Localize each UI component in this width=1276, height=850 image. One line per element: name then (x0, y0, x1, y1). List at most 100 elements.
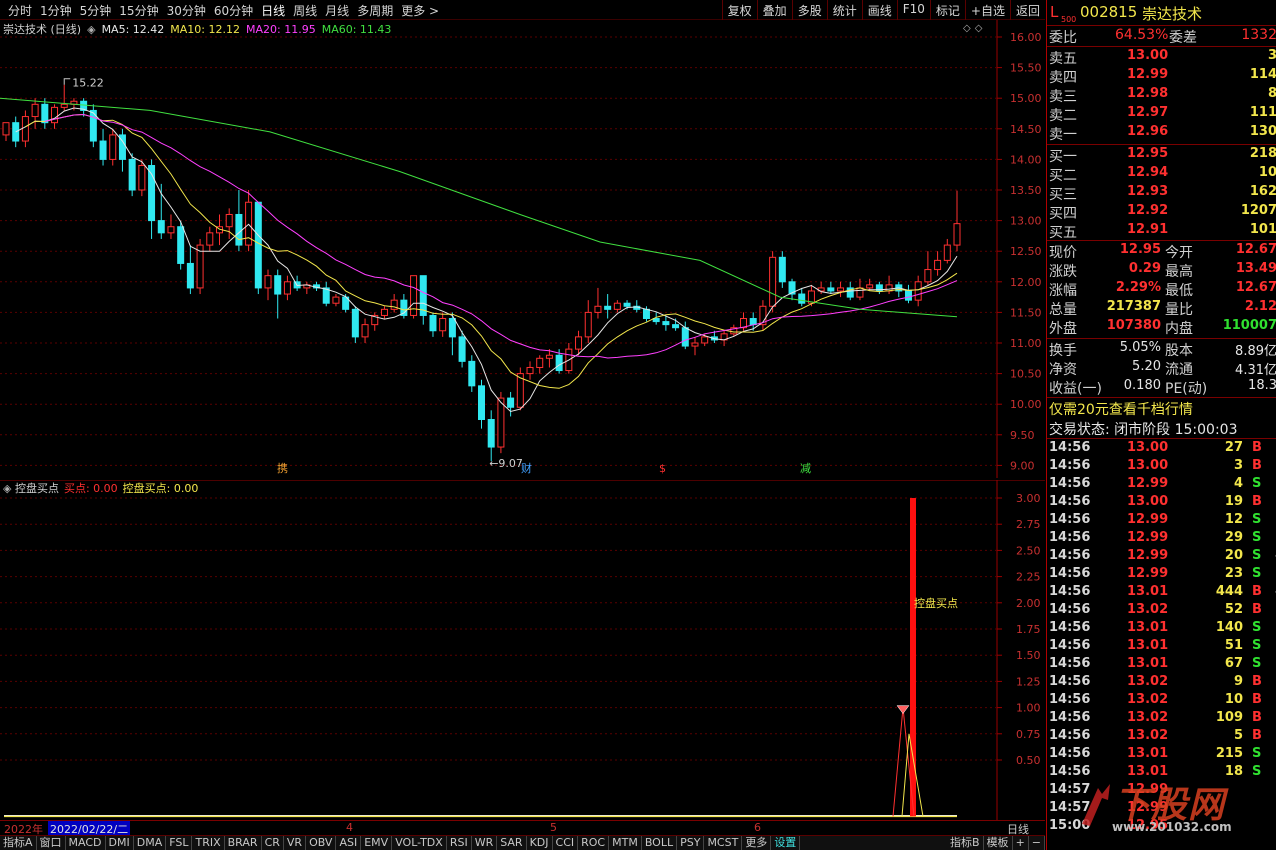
indicator-tab[interactable]: VOL-TDX (392, 836, 447, 850)
period-tab[interactable]: 周线 (289, 0, 321, 20)
indicator-tab[interactable]: ROC (578, 836, 610, 850)
candle-down (623, 302, 631, 307)
period-tab[interactable]: 5分钟 (76, 0, 116, 20)
stock-name: 崇达技术 (1142, 5, 1203, 23)
indicator-tab[interactable]: PSY (677, 836, 705, 850)
period-tab[interactable]: 15分钟 (115, 0, 162, 20)
period-tab[interactable]: 更多 > (397, 0, 443, 20)
indicator-tab[interactable]: DMA (134, 836, 167, 850)
tick-time: 14:56 (1049, 512, 1091, 527)
kline-chart[interactable]: 16.00 15.50 15.00 14.50 14.00 13.50 13.00 12.50… (0, 20, 1045, 478)
tick-time: 14:56 (1049, 566, 1091, 581)
y-tick-label: 3.00 (1016, 492, 1041, 505)
indicator-tab[interactable]: SAR (497, 836, 527, 850)
indicator-tab[interactable]: + (1013, 836, 1029, 850)
indicator-tab[interactable]: WR (472, 836, 498, 850)
indicator-tab[interactable]: 指标B (947, 836, 984, 850)
indicator-chart[interactable]: 3.00 2.75 2.50 2.25 2.00 1.75 1.50 1.25 1.00 0.75… (0, 480, 1045, 820)
period-tab[interactable]: 1分钟 (36, 0, 76, 20)
tool-button[interactable]: 返回 (1009, 0, 1045, 20)
indicator-tab[interactable]: CCI (553, 836, 579, 850)
stat-label: PE(动) (1165, 381, 1208, 397)
tool-button[interactable]: 多股 (791, 0, 827, 20)
indicator-tab[interactable]: 模板 (984, 836, 1013, 850)
candle-up (380, 308, 388, 316)
bid-row: 买二 12.94 10 (1047, 165, 1276, 184)
y-tick-label: 2.00 (1016, 597, 1041, 610)
tick-volume: 10 (1224, 692, 1243, 707)
ma60-line (0, 97, 958, 318)
tool-button[interactable]: 画线 (861, 0, 897, 20)
period-tab[interactable]: 30分钟 (163, 0, 210, 20)
period-tab[interactable]: 60分钟 (210, 0, 257, 20)
tool-button[interactable]: 统计 (826, 0, 862, 20)
ask-volume: 130 (1249, 124, 1276, 139)
indicator-tab[interactable]: MTM (609, 836, 642, 850)
indicator-tab[interactable]: RSI (447, 836, 472, 850)
indicator-tab[interactable]: DMI (106, 836, 134, 850)
event-mark: 财 (521, 461, 532, 475)
y-tick-label: 10.50 (1010, 368, 1042, 381)
y-tick-label: 15.50 (1010, 62, 1042, 75)
level-prefix: L (1050, 3, 1059, 21)
stat-row: 现价 12.95 今开 12.67 (1047, 242, 1276, 261)
period-tab[interactable]: 日线 (257, 0, 289, 20)
tool-button[interactable]: 复权 (721, 0, 757, 20)
settings-diamond-icon[interactable]: ◈ (3, 482, 15, 495)
candle-down (749, 318, 757, 326)
stat-label: 内盘 (1165, 321, 1193, 337)
period-tab[interactable]: 多周期 (353, 0, 397, 20)
ask-label: 卖三 (1049, 89, 1077, 105)
tool-button[interactable]: +自选 (964, 0, 1010, 20)
bid-price: 12.91 (1127, 222, 1169, 237)
bid-volume: 101 (1249, 222, 1276, 237)
stat-value: 4.31亿 (1235, 363, 1276, 378)
candle-down (41, 103, 49, 124)
settings-diamond-icon[interactable]: ◈ (87, 23, 95, 36)
indicator-tab[interactable]: FSL (166, 836, 193, 850)
indicator-tab[interactable]: MACD (66, 836, 106, 850)
indicator-tab[interactable]: KDJ (527, 836, 553, 850)
tick-price: 13.01 (1127, 584, 1169, 599)
indicator-tab[interactable]: MCST (704, 836, 743, 850)
ma5-line (15, 107, 958, 413)
tool-button[interactable]: 标记 (929, 0, 965, 20)
promo-link[interactable]: 仅需20元查看千档行情 (1047, 399, 1276, 419)
indicator-tab[interactable]: OBV (306, 836, 337, 850)
indicator-tab[interactable]: VR (284, 836, 307, 850)
stat-row: 换手 5.05% 股本 8.89亿 (1047, 340, 1276, 359)
tool-button[interactable]: 叠加 (756, 0, 792, 20)
period-tab[interactable]: 月线 (321, 0, 353, 20)
indicator-tab[interactable]: 设置 (771, 836, 801, 850)
promo-text[interactable]: 仅需20元查看千档行情 (1049, 399, 1193, 419)
indicator-tab[interactable]: ASI (336, 836, 362, 850)
indicator-tab[interactable]: 窗口 (37, 836, 66, 850)
indicator-tab[interactable]: EMV (361, 836, 393, 850)
indicator-tab[interactable]: 更多 (742, 836, 772, 850)
candle-up (497, 397, 505, 448)
indicator-tab[interactable]: − (1029, 836, 1045, 850)
candle-up (51, 106, 59, 124)
tick-row: 14:56 13.02 109 B (1047, 710, 1276, 728)
y-tick-label: 12.00 (1010, 276, 1042, 289)
ask-label: 卖五 (1049, 51, 1077, 67)
month-label: 6 (754, 821, 761, 834)
tick-price: 12.99 (1127, 566, 1169, 581)
indicator-tab[interactable]: TRIX (192, 836, 225, 850)
stat-value: 13.49 (1235, 261, 1276, 276)
tick-volume: 20 (1224, 548, 1243, 563)
tick-volume: 19 (1224, 494, 1243, 509)
window-control-icons[interactable]: ◇◇ (963, 23, 986, 34)
tick-side: S (1252, 548, 1262, 563)
indicator-tab[interactable]: BOLL (642, 836, 678, 850)
indicator-tab[interactable]: 指标A (0, 836, 37, 850)
tick-row: 14:56 13.02 52 B (1047, 602, 1276, 620)
indicator-tab[interactable]: CR (262, 836, 284, 850)
low-price-label: ←9.07 (489, 457, 523, 470)
candle-up (109, 134, 117, 160)
tick-row: 14:56 12.99 4 S (1047, 476, 1276, 494)
indicator-tab[interactable]: BRAR (225, 836, 262, 850)
tool-button[interactable]: F10 (896, 0, 930, 20)
candle-up (953, 223, 961, 246)
period-tab[interactable]: 分时 (4, 0, 36, 20)
